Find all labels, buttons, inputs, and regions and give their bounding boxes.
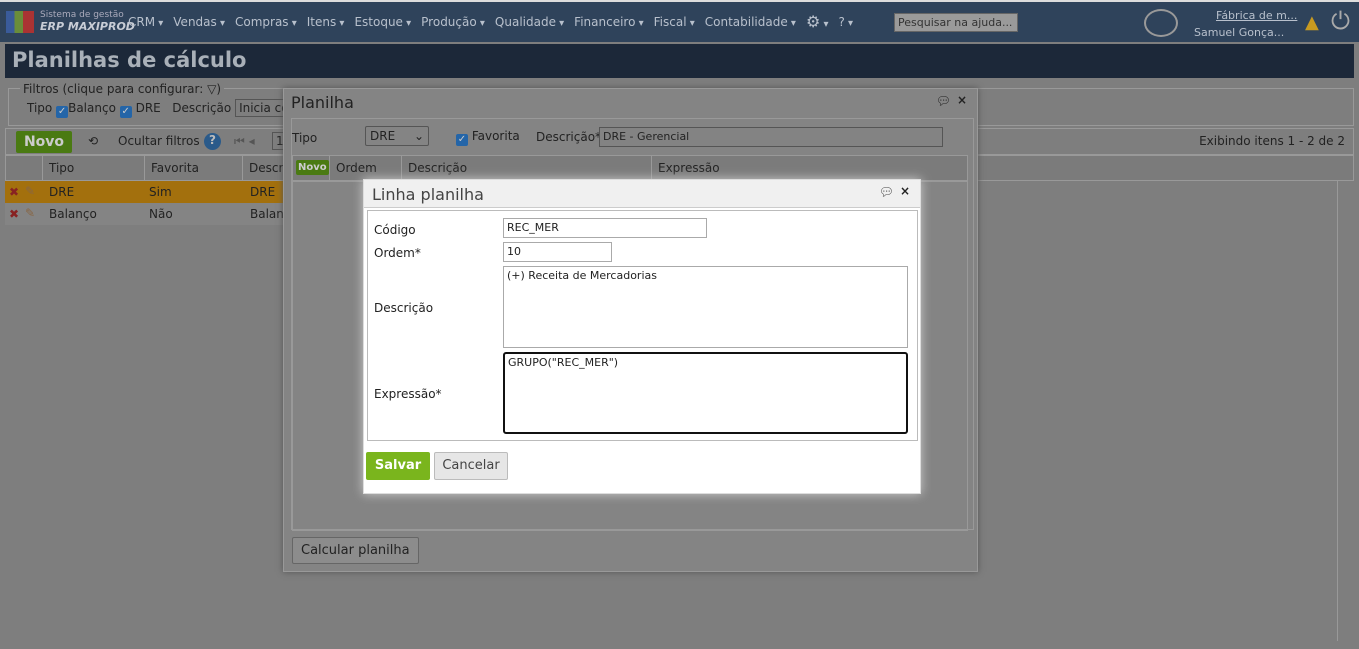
- help-icon[interactable]: ?: [838, 15, 853, 31]
- favorita-checkbox[interactable]: ✓ Favorita: [456, 129, 520, 146]
- cell-descricao: Balanço: [250, 207, 284, 221]
- filter-icon[interactable]: ▽: [207, 82, 216, 96]
- descricao-filter-label: Descrição: [172, 101, 232, 115]
- cancelar-button[interactable]: Cancelar: [434, 452, 508, 480]
- comment-icon[interactable]: 💬︎: [936, 94, 951, 108]
- menu-estoque[interactable]: Estoque: [354, 15, 411, 31]
- menu-financeiro[interactable]: Financeiro: [574, 15, 643, 31]
- descricao-input[interactable]: DRE - Gerencial: [599, 127, 943, 147]
- delete-icon[interactable]: ✖: [9, 185, 19, 199]
- dre-label: DRE: [135, 101, 161, 115]
- tipo-label: Tipo: [292, 131, 318, 145]
- dialog-title: Linha planilha: [372, 185, 484, 204]
- cell-tipo: DRE: [49, 185, 75, 199]
- delete-icon[interactable]: ✖: [9, 207, 19, 221]
- ocultar-filtros-button[interactable]: Ocultar filtros: [118, 134, 200, 148]
- filters-legend[interactable]: Filtros (clique para configurar: ▽): [20, 82, 225, 96]
- menu-crm[interactable]: CRM: [128, 15, 163, 31]
- edit-icon[interactable]: ✎: [25, 184, 35, 198]
- dialog-title: Planilha: [291, 93, 354, 112]
- help-icon[interactable]: ?: [204, 133, 221, 150]
- menu-qualidade[interactable]: Qualidade: [495, 15, 564, 31]
- company-link[interactable]: Fábrica de m...: [1216, 9, 1297, 22]
- close-icon[interactable]: ×: [900, 184, 910, 198]
- pager-first-icon[interactable]: ⏮ ◂: [234, 134, 255, 149]
- novo-line-button[interactable]: Novo: [296, 160, 329, 175]
- col-ordem[interactable]: Ordem: [329, 156, 383, 180]
- grid-scrollbar[interactable]: [1337, 181, 1354, 641]
- page-title: Planilhas de cálculo: [5, 44, 1354, 78]
- chat-icon[interactable]: [1144, 9, 1178, 37]
- user-menu[interactable]: Samuel Gonça...: [1194, 26, 1284, 39]
- descricao-label: Descrição*: [536, 130, 602, 144]
- col-favorita[interactable]: Favorita: [144, 156, 242, 180]
- menu-vendas[interactable]: Vendas: [173, 15, 225, 31]
- edit-icon[interactable]: ✎: [25, 206, 35, 220]
- col-descricao[interactable]: Descrição: [401, 156, 473, 180]
- pager-status: Exibindo itens 1 - 2 de 2: [1199, 134, 1345, 148]
- expressao-label: Expressão*: [374, 387, 442, 401]
- refresh-icon[interactable]: ⟲: [88, 134, 98, 148]
- top-nav: Sistema de gestãoERP MAXIPROD CRM Vendas…: [0, 0, 1359, 42]
- balanco-label: Balanço: [68, 101, 116, 115]
- main-menu: CRM Vendas Compras Itens Estoque Produçã…: [128, 12, 853, 31]
- col-tipo[interactable]: Tipo: [42, 156, 144, 180]
- codigo-label: Código: [374, 223, 416, 237]
- lines-grid-header: Novo Ordem Descrição Expressão: [292, 155, 968, 181]
- tipo-select[interactable]: DRE ⌄: [365, 126, 429, 146]
- dre-checkbox[interactable]: ✓: [119, 106, 132, 118]
- cell-tipo: Balanço: [49, 207, 97, 221]
- ordem-label: Ordem*: [374, 246, 421, 260]
- cell-favorita: Sim: [149, 185, 172, 199]
- calcular-planilha-button[interactable]: Calcular planilha: [292, 537, 419, 564]
- gear-icon[interactable]: ⚙: [806, 12, 829, 31]
- descricao-textarea[interactable]: (+) Receita de Mercadorias: [503, 266, 908, 348]
- linha-planilha-dialog: Linha planilha 💬︎ × Código REC_MER Ordem…: [363, 179, 921, 494]
- power-icon[interactable]: ⏻: [1331, 7, 1350, 35]
- menu-contabilidade[interactable]: Contabilidade: [705, 15, 796, 31]
- table-row[interactable]: ✖ ✎ DRE Sim DRE: [5, 181, 285, 203]
- cell-descricao: DRE: [250, 185, 276, 199]
- comment-icon[interactable]: 💬︎: [879, 185, 894, 199]
- descricao-label: Descrição: [374, 301, 434, 315]
- brand: Sistema de gestão ERP MAXIPROD: [40, 10, 135, 34]
- menu-producao[interactable]: Produção: [421, 15, 485, 31]
- brand-line2: ERP MAXIPROD: [40, 20, 135, 33]
- cell-favorita: Não: [149, 207, 173, 221]
- salvar-button[interactable]: Salvar: [366, 452, 430, 480]
- help-search-input[interactable]: Pesquisar na ajuda...: [894, 13, 1018, 32]
- close-icon[interactable]: ×: [957, 93, 967, 107]
- menu-fiscal[interactable]: Fiscal: [654, 15, 695, 31]
- novo-button[interactable]: Novo: [16, 131, 72, 153]
- col-expressao[interactable]: Expressão: [651, 156, 726, 180]
- tipo-label: Tipo: [27, 101, 53, 115]
- balanco-checkbox[interactable]: ✓: [56, 106, 69, 118]
- menu-compras[interactable]: Compras: [235, 15, 297, 31]
- expressao-textarea[interactable]: GRUPO("REC_MER"): [503, 352, 908, 434]
- table-row[interactable]: ✖ ✎ Balanço Não Balanço: [5, 203, 285, 225]
- menu-itens[interactable]: Itens: [307, 15, 345, 31]
- codigo-input[interactable]: REC_MER: [503, 218, 707, 238]
- logo[interactable]: [6, 11, 34, 33]
- warning-icon[interactable]: ▲: [1305, 12, 1319, 33]
- ordem-input[interactable]: 10: [503, 242, 612, 262]
